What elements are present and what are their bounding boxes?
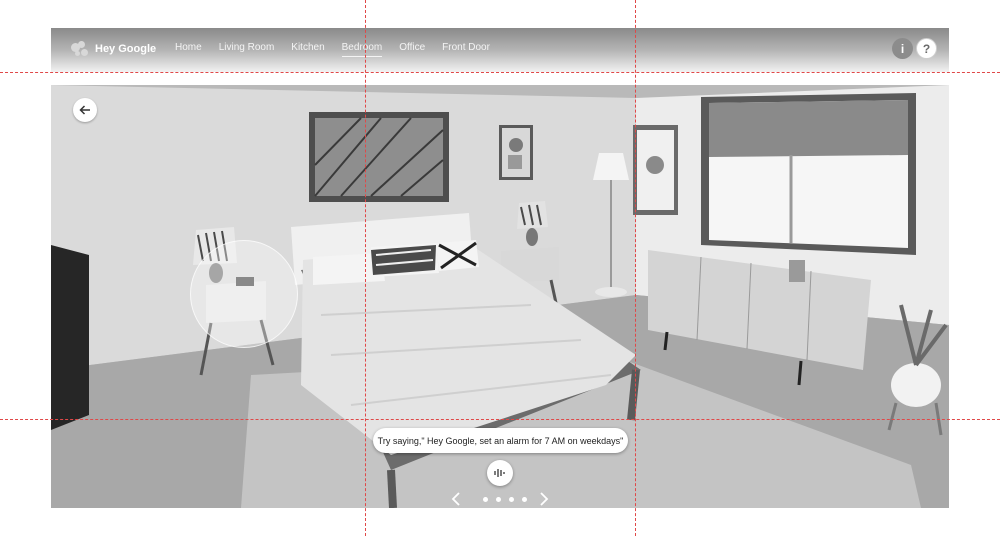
back-button[interactable]: [73, 98, 97, 122]
tab-front-door[interactable]: Front Door: [442, 42, 490, 57]
chevron-right-icon[interactable]: [538, 491, 550, 507]
tab-home[interactable]: Home: [175, 42, 202, 57]
info-button[interactable]: i: [892, 38, 913, 59]
carousel-dot-2[interactable]: [496, 497, 501, 502]
brand-title: Hey Google: [95, 43, 157, 55]
help-button[interactable]: ?: [916, 38, 937, 59]
guide-line-horizontal-bottom: [0, 419, 1000, 420]
brand[interactable]: Hey Google: [71, 41, 156, 57]
guide-line-horizontal-top: [0, 72, 1000, 73]
carousel-dot-3[interactable]: [509, 497, 514, 502]
google-assistant-logo-icon: [71, 41, 91, 57]
carousel-dot-4[interactable]: [522, 497, 527, 502]
tab-kitchen[interactable]: Kitchen: [291, 42, 324, 57]
tab-office[interactable]: Office: [399, 42, 425, 57]
room-tabs: Home Living Room Kitchen Bedroom Office …: [175, 42, 507, 57]
tab-living-room[interactable]: Living Room: [219, 42, 275, 57]
voice-wave-icon: [494, 469, 505, 477]
chevron-left-icon[interactable]: [450, 491, 462, 507]
tab-bedroom[interactable]: Bedroom: [341, 42, 383, 57]
mic-button[interactable]: [487, 460, 513, 486]
nightstand-device-hotspot[interactable]: [190, 240, 298, 348]
arrow-left-icon: [79, 105, 90, 115]
top-nav-bar: Hey Google Home Living Room Kitchen Bedr…: [51, 28, 949, 72]
suggestion-chip: Try saying," Hey Google, set an alarm fo…: [373, 428, 628, 453]
carousel-dots: [483, 497, 535, 502]
carousel: [450, 490, 550, 508]
guide-line-vertical-left: [365, 0, 366, 536]
carousel-dot-1[interactable]: [483, 497, 488, 502]
guide-line-vertical-right: [635, 0, 636, 536]
